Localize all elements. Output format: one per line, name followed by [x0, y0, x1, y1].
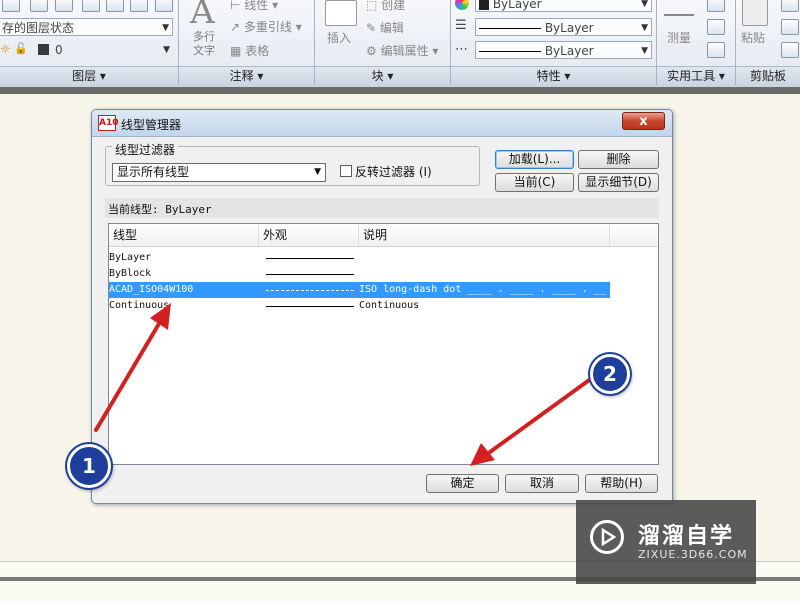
watermark: 溜溜自学 ZIXUE.3D66.COM [576, 500, 756, 584]
arrow-2 [470, 376, 594, 466]
step-marker-2: 2 [590, 354, 630, 394]
step-marker-1: 1 [67, 444, 111, 488]
arrow-1 [94, 303, 171, 432]
watermark-url: ZIXUE.3D66.COM [638, 548, 748, 561]
play-logo-icon [590, 520, 624, 554]
watermark-title: 溜溜自学 [638, 524, 735, 549]
